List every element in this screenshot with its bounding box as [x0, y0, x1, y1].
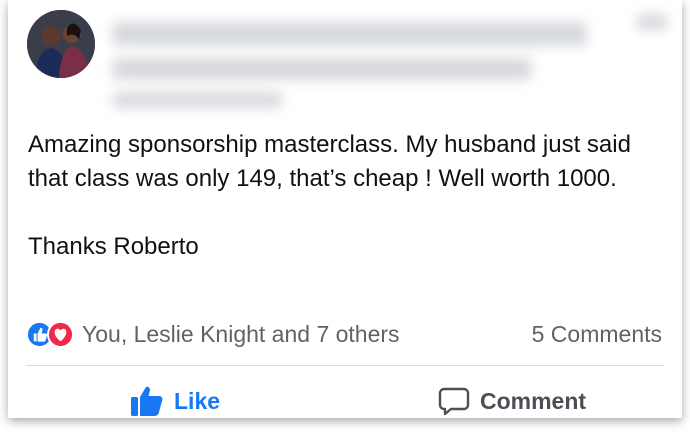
comment-label: Comment [480, 387, 587, 414]
avatar[interactable] [27, 10, 95, 78]
blurred-group-name [112, 58, 532, 80]
divider [26, 365, 664, 366]
post-card: Amazing sponsorship masterclass. My husb… [8, 0, 682, 418]
blurred-author-name [112, 22, 587, 46]
reaction-summary-text: You, Leslie Knight and 7 others [82, 320, 400, 347]
speech-bubble-icon [438, 387, 470, 416]
love-icon [47, 320, 74, 348]
blurred-more-button[interactable] [636, 14, 668, 30]
comments-count-link[interactable]: 5 Comments [532, 318, 662, 350]
comment-button[interactable]: Comment [438, 383, 586, 418]
post-text: Amazing sponsorship masterclass. My husb… [28, 131, 631, 260]
blurred-timestamp [112, 92, 282, 108]
like-button[interactable]: Like [130, 383, 220, 418]
thumbs-up-icon [131, 386, 163, 416]
avatar-photo [27, 10, 95, 78]
like-label: Like [174, 387, 221, 414]
reaction-summary[interactable]: You, Leslie Knight and 7 others [26, 318, 400, 350]
